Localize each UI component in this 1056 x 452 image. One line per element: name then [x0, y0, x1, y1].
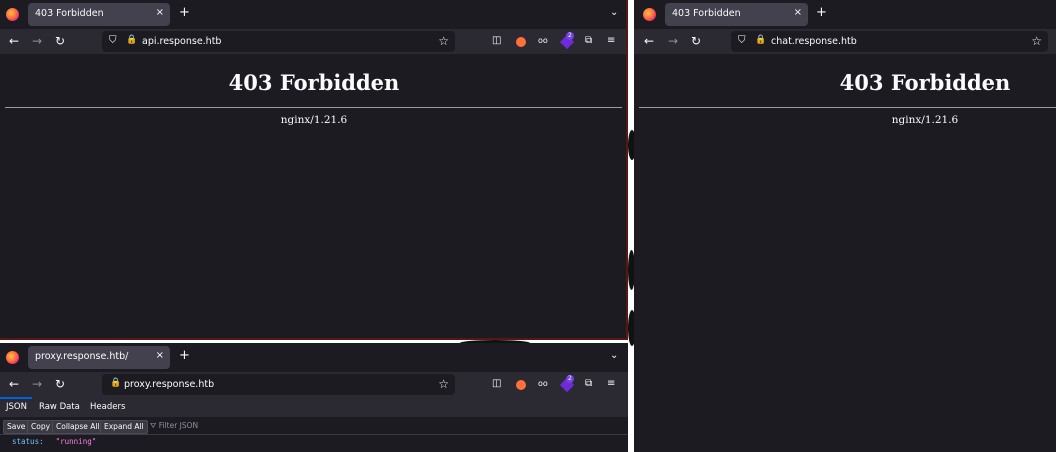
url-bar[interactable]: 🔒 proxy.response.htb ☆ — [102, 374, 455, 395]
bookmark-star-icon[interactable]: ☆ — [1031, 34, 1042, 48]
forward-icon[interactable]: → — [32, 377, 42, 391]
filter-placeholder: Filter JSON — [158, 421, 199, 430]
tab-json[interactable]: JSON — [6, 402, 27, 412]
extensions-icon[interactable]: ⧉ — [585, 35, 592, 47]
url-bar[interactable]: ⛉ 🔒 api.response.htb ☆ — [102, 31, 455, 52]
reload-icon[interactable]: ↻ — [55, 377, 65, 391]
url-text[interactable]: api.response.htb — [142, 36, 221, 47]
active-tab-indicator — [0, 397, 32, 399]
tab-title: 403 Forbidden — [35, 8, 104, 19]
expand-all-button[interactable]: Expand All — [100, 420, 148, 434]
firefox-logo-icon — [643, 8, 656, 21]
error-heading: 403 Forbidden — [228, 70, 400, 95]
list-all-tabs-icon[interactable]: ⌄ — [610, 7, 618, 18]
forward-icon[interactable]: → — [32, 34, 42, 48]
glasses-extension-icon[interactable]: oo — [538, 378, 548, 390]
lock-icon[interactable]: 🔒 — [755, 35, 766, 45]
tab-bar: proxy.response.htb/ × + ⌄ — [0, 343, 628, 372]
back-icon[interactable]: ← — [9, 34, 19, 48]
reload-icon[interactable]: ↻ — [691, 34, 701, 48]
bookmark-star-icon[interactable]: ☆ — [438, 377, 449, 391]
back-icon[interactable]: ← — [644, 34, 654, 48]
server-version: nginx/1.21.6 — [280, 114, 348, 126]
filter-icon: ⛛ — [150, 421, 157, 430]
reload-icon[interactable]: ↻ — [55, 34, 65, 48]
browser-window-proxy: proxy.response.htb/ × + ⌄ ← → ↻ 🔒 proxy.… — [0, 343, 628, 452]
new-tab-icon[interactable]: + — [179, 349, 190, 363]
close-tab-icon[interactable]: × — [156, 7, 164, 18]
tab-403-forbidden[interactable]: 403 Forbidden × — [28, 3, 170, 26]
firefox-logo-icon — [6, 351, 19, 364]
list-all-tabs-icon[interactable]: ⌄ — [610, 350, 618, 361]
navigation-toolbar: ← → ↻ 🔒 proxy.response.htb ☆ ◫ oo 2 ⧉ ≡ — [0, 372, 628, 397]
navigation-toolbar: ← → ↻ ⛉ 🔒 api.response.htb ☆ ◫ oo 2 ⧉ ≡ — [0, 29, 626, 54]
save-button[interactable]: Save — [3, 420, 30, 434]
lock-icon[interactable]: 🔒 — [126, 35, 137, 45]
json-value: "running" — [55, 437, 97, 446]
tab-headers[interactable]: Headers — [90, 402, 125, 412]
new-tab-icon[interactable]: + — [816, 6, 827, 20]
back-icon[interactable]: ← — [9, 377, 19, 391]
new-tab-icon[interactable]: + — [179, 6, 190, 20]
menu-icon[interactable]: ≡ — [607, 378, 615, 390]
divider — [639, 107, 1056, 108]
tab-raw-data[interactable]: Raw Data — [39, 402, 80, 412]
glasses-extension-icon[interactable]: oo — [538, 35, 548, 47]
divider — [5, 107, 622, 108]
tab-title: 403 Forbidden — [672, 8, 741, 19]
page-content: 403 Forbidden nginx/1.21.6 — [0, 54, 626, 338]
forward-icon[interactable]: → — [668, 34, 678, 48]
extension-badge: 2 — [566, 375, 574, 383]
bookmark-star-icon[interactable]: ☆ — [438, 34, 449, 48]
server-version: nginx/1.21.6 — [891, 114, 959, 126]
shield-icon[interactable]: ⛉ — [738, 35, 746, 46]
tab-403-forbidden[interactable]: 403 Forbidden × — [665, 3, 808, 26]
tab-bar: 403 Forbidden × + ⌄ — [0, 0, 626, 29]
url-text[interactable]: chat.response.htb — [771, 36, 857, 47]
extension-badge: 2 — [566, 32, 574, 40]
firefox-logo-icon — [6, 8, 19, 21]
url-text[interactable]: proxy.response.htb — [124, 379, 214, 390]
page-content: 403 Forbidden nginx/1.21.6 — [634, 54, 1056, 452]
pocket-icon[interactable]: ◫ — [492, 35, 501, 47]
url-bar[interactable]: ⛉ 🔒 chat.response.htb ☆ — [731, 31, 1048, 52]
firefox-extension-icon[interactable] — [516, 37, 526, 47]
json-viewer-tabs: JSON Raw Data Headers — [0, 397, 628, 417]
browser-window-api: 403 Forbidden × + ⌄ ← → ↻ ⛉ 🔒 api.respon… — [0, 0, 628, 340]
error-heading: 403 Forbidden — [839, 70, 1011, 95]
browser-window-chat: 403 Forbidden × + ← → ↻ ⛉ 🔒 chat.respons… — [634, 0, 1056, 452]
extensions-icon[interactable]: ⧉ — [585, 378, 592, 390]
lock-icon[interactable]: 🔒 — [110, 378, 121, 388]
json-row: status: "running" — [12, 437, 96, 446]
filter-json-input[interactable]: ⛛ Filter JSON — [150, 421, 198, 431]
json-key: status: — [12, 437, 44, 446]
close-tab-icon[interactable]: × — [156, 350, 164, 361]
navigation-toolbar: ← → ↻ ⛉ 🔒 chat.response.htb ☆ — [634, 29, 1056, 54]
tab-bar: 403 Forbidden × + — [634, 0, 1056, 29]
close-tab-icon[interactable]: × — [794, 7, 802, 18]
pocket-icon[interactable]: ◫ — [492, 378, 501, 390]
tab-proxy[interactable]: proxy.response.htb/ × — [28, 346, 170, 369]
firefox-extension-icon[interactable] — [516, 380, 526, 390]
collapse-all-button[interactable]: Collapse All — [52, 420, 104, 434]
tab-title: proxy.response.htb/ — [35, 351, 129, 362]
json-viewer-toolbar: Save Copy Collapse All Expand All ⛛ Filt… — [0, 417, 628, 435]
copy-button[interactable]: Copy — [27, 420, 55, 434]
menu-icon[interactable]: ≡ — [607, 35, 615, 47]
shield-icon[interactable]: ⛉ — [109, 35, 117, 46]
